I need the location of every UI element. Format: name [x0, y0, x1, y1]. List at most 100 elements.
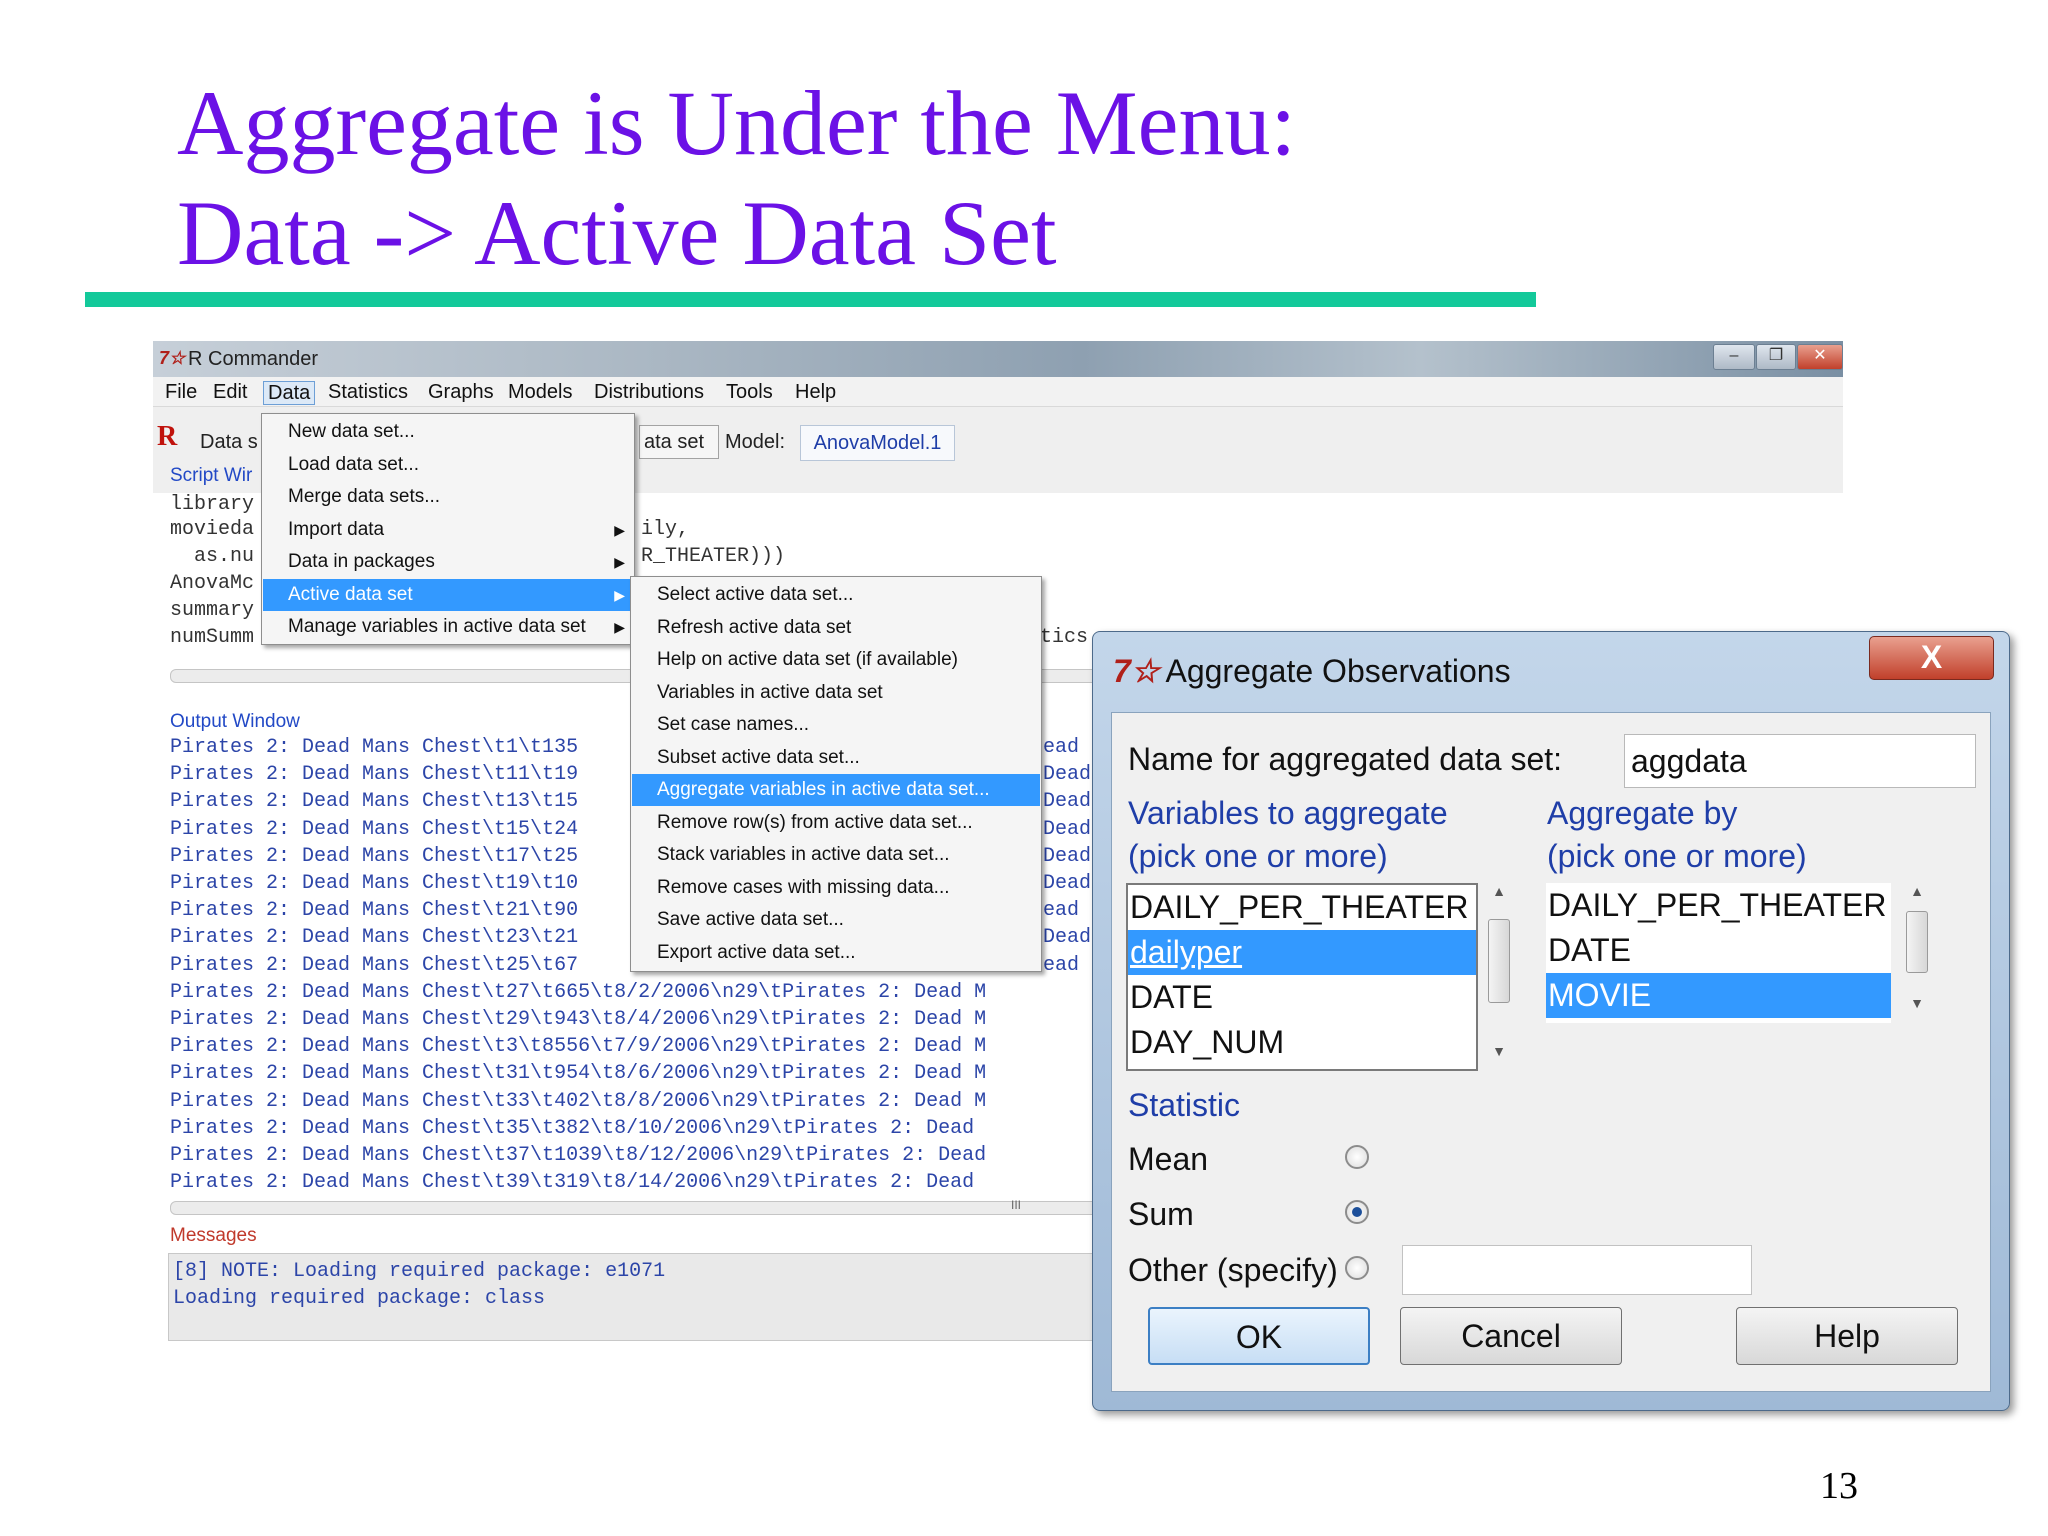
data-menu-item[interactable]: Manage variables in active data set ▶	[263, 611, 633, 643]
variables-listbox[interactable]: DAILY_PER_THEATER dailyper DATE DAY_NUM	[1126, 883, 1478, 1071]
output-line: Pirates 2: Dead Mans Chest\t29\t943\t8/4…	[170, 1008, 987, 1031]
r-commander-logo-icon: 7☆	[1113, 653, 1160, 689]
variable-option[interactable]: DATE	[1128, 975, 1476, 1020]
menu-help[interactable]: Help	[791, 381, 840, 405]
dialog-title: Aggregate Observations	[1165, 653, 1511, 689]
help-button[interactable]: Help	[1736, 1307, 1958, 1365]
active-data-set-menu-item[interactable]: Subset active data set...	[632, 742, 1040, 774]
scroll-down-icon[interactable]: ▼	[1486, 1043, 1512, 1059]
r-commander-logo-icon: 7☆	[159, 348, 186, 368]
scroll-thumb[interactable]	[1906, 911, 1928, 973]
output-line: Pirates 2: Dead Mans Chest\t37\t1039\t8/…	[170, 1144, 987, 1167]
active-data-set-menu-item[interactable]: Aggregate variables in active data set..…	[632, 774, 1040, 806]
aggregate-by-option[interactable]: MOVIE	[1546, 973, 1891, 1018]
output-line: Pirates 2: Dead Mans Chest\t3\t8556\t7/9…	[170, 1035, 987, 1059]
script-line: movieda	[170, 518, 255, 541]
statistic-other-label: Other (specify)	[1128, 1252, 1338, 1288]
r-commander-title: R Commander	[188, 348, 319, 370]
output-horizontal-scrollbar[interactable]: III	[170, 1198, 1160, 1215]
menu-data[interactable]: Data	[263, 381, 316, 405]
statistic-mean-radio[interactable]	[1345, 1145, 1369, 1169]
data-menu: New data set... Load data set... Merge dat…	[261, 413, 635, 645]
statistic-sum-label: Sum	[1128, 1196, 1194, 1232]
menu-distributions[interactable]: Distributions	[590, 381, 708, 405]
scroll-up-icon[interactable]: ▲	[1904, 883, 1930, 899]
active-data-set-menu-item[interactable]: Remove cases with missing data...	[632, 872, 1040, 904]
aggregate-by-option[interactable]: DATE	[1546, 928, 1891, 973]
scroll-thumb[interactable]	[1488, 919, 1510, 1003]
aggregate-by-option[interactable]: DAILY_PER_THEATER	[1546, 883, 1891, 928]
menu-item-label: Import data	[288, 518, 385, 540]
statistic-label: Statistic	[1128, 1087, 1241, 1123]
output-line: Pirates 2: Dead Mans Chest\t11\t19	[170, 763, 579, 787]
script-fragment: ily,	[641, 518, 690, 541]
model-button[interactable]: AnovaModel.1	[800, 425, 955, 461]
window-close-button[interactable]: ✕	[1797, 344, 1843, 370]
statistic-sum-radio[interactable]	[1345, 1200, 1369, 1224]
active-data-set-menu-item[interactable]: Stack variables in active data set...	[632, 839, 1040, 871]
aggregate-by-hint: (pick one or more)	[1547, 838, 1807, 874]
aggregate-by-scrollbar[interactable]: ▲ ▼	[1904, 883, 1930, 1023]
edit-dataset-button[interactable]: ata set	[639, 425, 719, 459]
data-menu-item[interactable]: Active data set ▶	[263, 578, 633, 611]
output-line: Pirates 2: Dead Mans Chest\t19\t10	[170, 872, 579, 895]
active-data-set-menu-item[interactable]: Help on active data set (if available)	[632, 644, 1040, 676]
menu-item-label: Manage variables in active data set	[288, 616, 586, 637]
variable-option[interactable]: DAILY_PER_THEATER	[1128, 885, 1476, 930]
active-data-set-menu-item[interactable]: Remove row(s) from active data set...	[632, 807, 1040, 839]
active-data-set-menu-item[interactable]: Variables in active data set	[632, 677, 1040, 709]
data-menu-item[interactable]: Merge data sets...	[263, 481, 633, 513]
maximize-button[interactable]: ❐	[1756, 344, 1796, 370]
message-line: Loading required package: class	[173, 1287, 546, 1310]
title-divider	[85, 292, 1536, 307]
variable-option[interactable]: dailyper	[1128, 930, 1476, 975]
output-fragment: ead	[1043, 953, 1080, 977]
submenu-arrow-icon: ▶	[614, 619, 625, 635]
menu-item-label: New data set...	[288, 421, 415, 442]
active-data-set-menu-item[interactable]: Set case names...	[632, 709, 1040, 741]
menu-tools[interactable]: Tools	[722, 381, 777, 405]
active-data-set-menu-item[interactable]: Select active data set...	[632, 579, 1040, 611]
dialog-close-button[interactable]: X	[1869, 636, 1994, 680]
variables-scrollbar[interactable]: ▲ ▼	[1486, 883, 1512, 1071]
active-data-set-menu-item[interactable]: Refresh active data set	[632, 612, 1040, 644]
other-statistic-input[interactable]	[1402, 1245, 1752, 1295]
data-menu-item[interactable]: Data in packages ▶	[263, 546, 633, 578]
menu-edit[interactable]: Edit	[209, 381, 251, 405]
menu-statistics[interactable]: Statistics	[324, 381, 412, 405]
r-commander-titlebar: 7☆ R Commander – ❐ ✕	[153, 341, 1843, 377]
output-line: Pirates 2: Dead Mans Chest\t21\t90	[170, 899, 579, 923]
aggregate-by-listbox[interactable]: DAILY_PER_THEATER DATE MOVIE	[1546, 883, 1891, 1023]
data-menu-item[interactable]: New data set...	[263, 416, 633, 448]
aggregate-observations-dialog: 7☆ Aggregate Observations X Name for aggr…	[1092, 631, 2010, 1411]
data-menu-item[interactable]: Load data set...	[263, 449, 633, 481]
script-line: library	[170, 493, 255, 516]
output-fragment: ead	[1043, 736, 1080, 759]
variable-option[interactable]: DAY_NUM	[1128, 1020, 1476, 1065]
ok-button[interactable]: OK	[1148, 1307, 1370, 1365]
output-line: Pirates 2: Dead Mans Chest\t27\t665\t8/2…	[170, 980, 987, 1004]
statistic-other-radio[interactable]	[1345, 1256, 1369, 1280]
scroll-down-icon[interactable]: ▼	[1904, 995, 1930, 1011]
variables-hint: (pick one or more)	[1128, 838, 1388, 874]
menu-file[interactable]: File	[161, 381, 201, 405]
menu-item-label: Merge data sets...	[288, 486, 441, 507]
menu-models[interactable]: Models	[504, 381, 576, 405]
cancel-button[interactable]: Cancel	[1400, 1307, 1622, 1365]
active-data-set-menu-item[interactable]: Save active data set...	[632, 904, 1040, 936]
active-data-set-menu-item[interactable]: Export active data set...	[632, 937, 1040, 969]
data-menu-item[interactable]: Import data ▶	[263, 514, 633, 546]
variables-label: Variables to aggregate	[1128, 795, 1448, 831]
submenu-arrow-icon: ▶	[614, 554, 625, 570]
script-line: numSumm	[170, 626, 255, 649]
output-fragment: Dead	[1043, 763, 1092, 787]
aggregated-name-input[interactable]: aggdata	[1624, 734, 1976, 788]
output-window-label: Output Window	[170, 711, 300, 732]
messages-label: Messages	[170, 1225, 257, 1246]
script-line: AnovaMc	[170, 572, 255, 595]
r-icon: R	[157, 421, 178, 452]
slide-title: Aggregate is Under the Menu: Data -> Act…	[177, 68, 1577, 288]
scroll-up-icon[interactable]: ▲	[1486, 883, 1512, 899]
menu-graphs[interactable]: Graphs	[424, 381, 498, 405]
minimize-button[interactable]: –	[1713, 344, 1755, 370]
